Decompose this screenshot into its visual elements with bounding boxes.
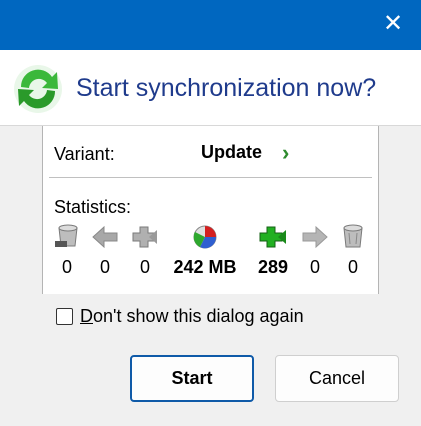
- dialog-heading: Start synchronization now?: [76, 74, 377, 102]
- dialog-header: Start synchronization now?: [0, 50, 421, 126]
- stat-create-left: 0: [129, 224, 161, 278]
- arrow-left-icon: [92, 225, 118, 249]
- stat-delete-left: 0: [51, 224, 83, 278]
- stat-value: 0: [139, 257, 150, 277]
- close-button[interactable]: ✕: [379, 10, 407, 38]
- create-right-icon: [259, 226, 286, 248]
- variant-value: Update: [201, 142, 263, 162]
- variant-label: Variant:: [54, 144, 115, 164]
- create-left-icon: [132, 226, 157, 248]
- close-icon: ✕: [382, 10, 404, 37]
- cancel-button[interactable]: Cancel: [275, 355, 399, 402]
- divider: [49, 177, 372, 178]
- stat-value: 242 MB: [173, 257, 237, 277]
- checkbox-box[interactable]: [56, 308, 73, 325]
- stat-value: 0: [61, 257, 72, 277]
- checkbox-label-text: on't show this dialog again: [93, 306, 304, 326]
- sync-icon: [14, 65, 62, 113]
- stat-create-right: 289: [253, 224, 293, 278]
- stat-value: 289: [257, 257, 289, 277]
- title-bar: ✕: [0, 0, 421, 50]
- stat-data: 242 MB: [161, 224, 249, 278]
- stat-move-right: 0: [299, 224, 331, 278]
- checkbox-label-accesskey: D: [80, 306, 93, 326]
- chevron-right-icon: ›: [282, 140, 290, 165]
- dont-show-again-checkbox[interactable]: Don't show this dialog again: [56, 306, 304, 327]
- delete-left-icon: [55, 224, 78, 247]
- summary-panel: Variant: Update › Statistics: 0 0 0 242 …: [42, 126, 379, 294]
- stat-delete-right: 0: [337, 224, 369, 278]
- statistics-label: Statistics:: [54, 197, 132, 217]
- stat-value: 0: [347, 257, 358, 277]
- checkbox-label: Don't show this dialog again: [80, 306, 304, 327]
- data-pie-icon: [193, 225, 217, 249]
- stat-value: 0: [309, 257, 320, 277]
- arrow-right-icon: [302, 225, 328, 249]
- stat-move-left: 0: [89, 224, 121, 278]
- start-button[interactable]: Start: [130, 355, 254, 402]
- stat-value: 0: [99, 257, 110, 277]
- dialog-body: Start synchronization now? Variant: Upda…: [0, 50, 421, 426]
- delete-right-icon: [343, 224, 363, 248]
